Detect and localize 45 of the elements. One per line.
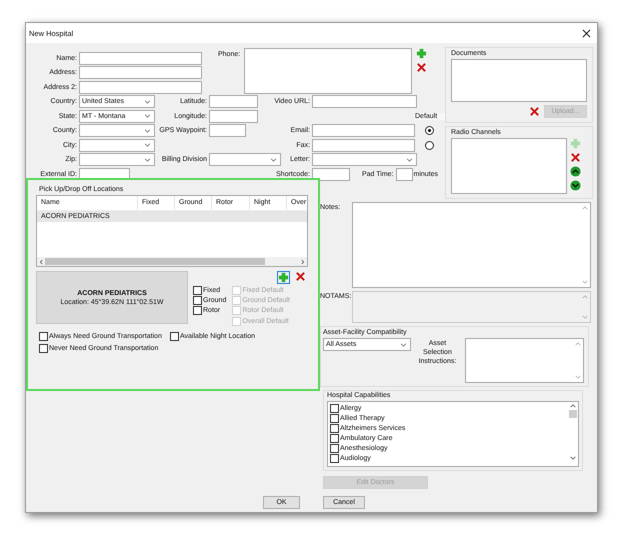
plus-icon[interactable] — [416, 48, 428, 59]
close-icon[interactable] — [582, 28, 591, 38]
chevron-down-icon — [406, 158, 413, 162]
phone-list[interactable] — [244, 48, 412, 94]
text-field[interactable] — [312, 124, 415, 138]
move-up-icon[interactable] — [570, 166, 581, 177]
chevron-down-icon — [270, 158, 277, 162]
text-field[interactable] — [79, 66, 202, 80]
text-field[interactable] — [79, 80, 202, 94]
delete-icon[interactable] — [416, 62, 428, 73]
chevron-up-icon[interactable] — [570, 404, 576, 408]
delete-icon[interactable] — [529, 106, 540, 117]
default-radio[interactable] — [425, 140, 434, 150]
default-radio[interactable] — [425, 126, 434, 136]
horizontal-scrollbar[interactable] — [37, 257, 307, 266]
scrollbar-thumb[interactable] — [45, 258, 265, 265]
plus-icon[interactable] — [277, 271, 290, 284]
text-field[interactable] — [209, 110, 258, 123]
delete-icon[interactable] — [570, 152, 581, 163]
dropdown[interactable] — [79, 124, 155, 138]
chevron-down-icon — [144, 100, 151, 104]
dropdown[interactable] — [209, 153, 281, 166]
delete-icon[interactable] — [295, 271, 306, 282]
text-field[interactable] — [312, 95, 417, 108]
scrollbar-thumb[interactable] — [569, 410, 577, 418]
chevron-down-icon — [144, 114, 151, 118]
chevron-down-icon — [144, 143, 151, 148]
text-field[interactable] — [209, 124, 246, 138]
text-field[interactable] — [396, 168, 413, 181]
chevron-down-icon — [400, 342, 407, 346]
text-field[interactable] — [209, 95, 258, 108]
text-field[interactable] — [312, 138, 415, 152]
dropdown[interactable] — [79, 138, 155, 152]
move-down-icon[interactable] — [570, 180, 581, 191]
documents-list[interactable] — [451, 59, 587, 102]
chevron-left-icon[interactable] — [39, 258, 43, 264]
text-field[interactable] — [312, 168, 350, 181]
chevron-right-icon[interactable] — [301, 258, 305, 264]
chevron-down-icon — [144, 128, 151, 133]
chevron-down-icon[interactable] — [570, 456, 576, 460]
dropdown[interactable] — [312, 153, 417, 166]
chevron-down-icon — [144, 158, 151, 162]
radio-channels-list[interactable] — [451, 138, 567, 194]
text-field[interactable] — [79, 52, 202, 65]
dropdown[interactable] — [79, 153, 155, 166]
